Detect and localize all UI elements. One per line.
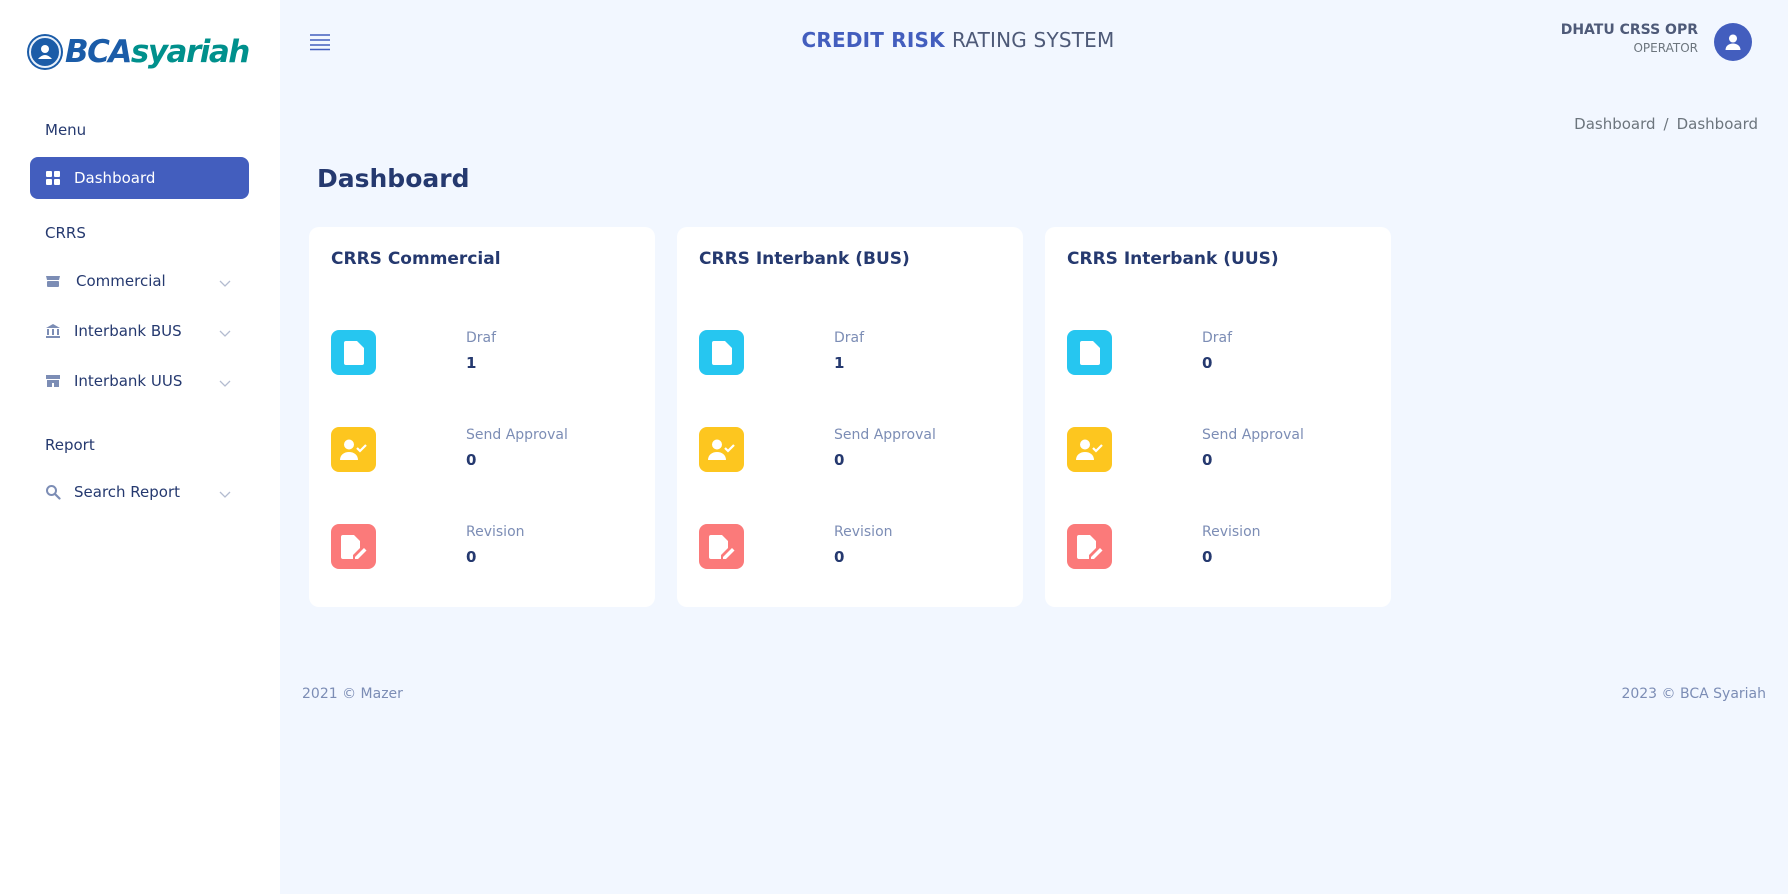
card-title: CRRS Interbank (BUS) [699, 249, 910, 269]
card-title: CRRS Interbank (UUS) [1067, 249, 1279, 269]
page-title: Dashboard [317, 164, 470, 193]
document-icon [331, 330, 376, 375]
hamburger-menu-icon[interactable] [309, 33, 331, 51]
stat-value: 0 [834, 548, 845, 566]
footer-copyright-right: 2023 © BCA Syariah [1621, 686, 1766, 702]
stat-value: 0 [834, 451, 845, 469]
sidebar-section-menu: Menu [45, 121, 87, 139]
stat-label: Revision [466, 524, 525, 540]
sidebar: BCAsyariah Menu Dashboard CRRS Commercia… [0, 0, 280, 894]
stat-value: 0 [466, 451, 477, 469]
file-edit-icon [331, 524, 376, 569]
card-crrs-interbank-uus: CRRS Interbank (UUS) Draf 0 Send Approva… [1045, 227, 1391, 607]
card-crrs-commercial: CRRS Commercial Draf 1 Send Approval 0 R… [309, 227, 655, 607]
user-check-icon [1067, 427, 1112, 472]
chevron-down-icon [219, 324, 231, 342]
stat-label: Draf [834, 330, 865, 346]
chevron-down-icon [219, 485, 231, 503]
sidebar-section-crrs: CRRS [45, 224, 86, 242]
stat-value: 0 [1202, 354, 1213, 372]
app-title-accent: CREDIT RISK [801, 28, 945, 52]
stat-label: Send Approval [466, 427, 568, 443]
user-role: OPERATOR [1633, 41, 1698, 55]
user-name: DHATU CRSS OPR [1560, 22, 1698, 38]
logo-emblem-icon [29, 36, 61, 68]
stat-label: Revision [1202, 524, 1261, 540]
store-icon [44, 272, 62, 290]
stat-value: 0 [466, 548, 477, 566]
stat-label: Send Approval [834, 427, 936, 443]
sidebar-item-dashboard[interactable]: Dashboard [30, 157, 249, 199]
search-icon [44, 483, 62, 501]
app-title: CREDIT RISK RATING SYSTEM [760, 28, 1156, 52]
shop-icon [44, 372, 62, 390]
card-title: CRRS Commercial [331, 249, 501, 269]
breadcrumb: Dashboard / Dashboard [1574, 115, 1758, 133]
sidebar-item-label: Interbank UUS [74, 372, 183, 390]
footer-copyright-left: 2021 © Mazer [302, 686, 403, 702]
sidebar-section-report: Report [45, 436, 95, 454]
user-check-icon [331, 427, 376, 472]
file-edit-icon [1067, 524, 1112, 569]
breadcrumb-item[interactable]: Dashboard [1574, 115, 1655, 133]
sidebar-item-label: Dashboard [74, 169, 156, 187]
brand-wordmark: BCAsyariah [65, 33, 250, 70]
user-check-icon [699, 427, 744, 472]
user-icon [1725, 34, 1741, 50]
file-edit-icon [699, 524, 744, 569]
document-icon [1067, 330, 1112, 375]
sidebar-item-search-report[interactable]: Search Report [30, 471, 249, 513]
document-icon [699, 330, 744, 375]
stat-label: Revision [834, 524, 893, 540]
breadcrumb-item-current: Dashboard [1676, 115, 1758, 133]
sidebar-item-interbank-uus[interactable]: Interbank UUS [30, 360, 249, 402]
stat-value: 0 [1202, 548, 1213, 566]
stat-label: Draf [466, 330, 497, 346]
sidebar-item-label: Search Report [74, 483, 181, 501]
sidebar-item-label: Interbank BUS [74, 322, 182, 340]
stat-value: 1 [466, 354, 477, 372]
sidebar-item-interbank-bus[interactable]: Interbank BUS [30, 310, 249, 352]
grid-icon [44, 169, 62, 187]
breadcrumb-separator: / [1663, 115, 1669, 133]
sidebar-item-label: Commercial [76, 272, 166, 290]
card-crrs-interbank-bus: CRRS Interbank (BUS) Draf 1 Send Approva… [677, 227, 1023, 607]
sidebar-item-commercial[interactable]: Commercial [30, 260, 249, 302]
chevron-down-icon [219, 374, 231, 392]
bank-icon [44, 322, 62, 340]
user-info[interactable]: DHATU CRSS OPR OPERATOR [1561, 22, 1698, 55]
app-title-rest: RATING SYSTEM [952, 28, 1115, 52]
stat-value: 0 [1202, 451, 1213, 469]
stat-value: 1 [834, 354, 845, 372]
avatar[interactable] [1714, 23, 1752, 61]
brand-logo[interactable]: BCAsyariah [29, 30, 250, 74]
chevron-down-icon [219, 274, 231, 292]
stat-label: Send Approval [1202, 427, 1304, 443]
stat-label: Draf [1202, 330, 1233, 346]
